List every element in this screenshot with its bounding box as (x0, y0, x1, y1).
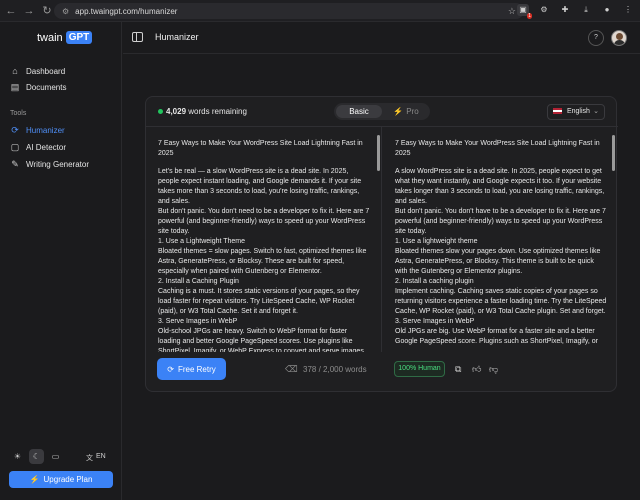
input-paragraph: Caching is a must. It stores static vers… (158, 288, 360, 315)
sidebar-item-documents[interactable]: ▤ Documents (8, 79, 114, 95)
refresh-icon: ⟳ (167, 364, 174, 374)
status-dot (158, 109, 163, 114)
input-paragraph: But don't panic. You don't need to be a … (158, 208, 370, 235)
mode-switch: Basic ⚡ Pro (334, 103, 430, 120)
card-footer: ⟳ Free Retry ⌫ 378 / 2,000 words 100% Hu… (146, 352, 618, 393)
download-icon[interactable]: ⤓ (580, 4, 592, 16)
input-paragraph: Old-school JPGs are heavy. Switch to Web… (158, 328, 364, 352)
bolt-icon: ⚡ (29, 475, 40, 484)
sidebar-item-ai-detector[interactable]: ▢ AI Detector (8, 139, 114, 155)
refresh-icon: ⟳ (11, 125, 19, 135)
sun-icon[interactable]: ☀ (10, 449, 25, 464)
output-paragraph: But don't panic. You don't have to be a … (395, 208, 606, 235)
moon-icon[interactable]: ☾ (29, 449, 44, 464)
output-paragraph: 3. Serve Images in WebP (395, 318, 475, 325)
input-paragraph: Let's be real — a slow WordPress site is… (158, 168, 362, 205)
bookmark-star-icon[interactable]: ☆ (508, 6, 516, 17)
language-code: EN (96, 453, 106, 460)
url-text: app.twaingpt.com/humanizer (75, 6, 178, 16)
sidebar: twain GPT ⌂ Dashboard ▤ Documents Tools … (0, 22, 122, 500)
extension-icon[interactable]: ▣ 1 (517, 4, 532, 19)
site-info-icon[interactable]: ⚙ (62, 7, 69, 16)
free-retry-label: Free Retry (177, 364, 216, 374)
sidebar-item-label: Documents (26, 82, 67, 92)
thumbs-down-icon[interactable]: 👎︎ (489, 364, 498, 375)
top-bar: Humanizer ? (123, 22, 640, 54)
human-score-badge: 100% Human (394, 361, 445, 377)
output-paragraph: A slow WordPress site is a dead site. In… (395, 168, 605, 205)
word-count: 378 / 2,000 words (303, 365, 367, 374)
home-icon: ⌂ (12, 66, 18, 76)
pencil-icon: ✎ (11, 159, 19, 169)
words-remaining: 4,029 words remaining (166, 107, 247, 116)
language-toggle[interactable]: 文 EN (86, 453, 106, 463)
output-paragraph: Bloated themes slow your pages down. Use… (395, 248, 601, 275)
chevron-down-icon: ⌄ (593, 108, 599, 115)
input-paragraph: 7 Easy Ways to Make Your WordPress Site … (158, 140, 363, 157)
translate-icon: 文 (86, 455, 93, 462)
language-select-value: English (566, 108, 590, 115)
avatar-head (616, 33, 623, 40)
tab-pro-label: Pro (406, 107, 419, 116)
sidebar-toggle-icon[interactable] (132, 32, 143, 42)
output-paragraph: 2. Install a caching plugin (395, 278, 474, 285)
address-bar[interactable]: ⚙ app.twaingpt.com/humanizer ☆ (54, 3, 524, 19)
us-flag-icon (553, 108, 562, 115)
upgrade-plan-button[interactable]: ⚡ Upgrade Plan (9, 471, 113, 488)
input-text-area[interactable]: 7 Easy Ways to Make Your WordPress Site … (146, 127, 382, 352)
browser-toolbar: ← → ↻ ⚙ app.twaingpt.com/humanizer ☆ ▣ 1 … (0, 0, 640, 22)
help-button[interactable]: ? (588, 30, 604, 46)
back-icon[interactable]: ← (4, 4, 18, 18)
extension-settings-icon[interactable]: ⚙ (538, 4, 550, 16)
bolt-icon: ⚡ (393, 107, 404, 116)
theme-switcher: ☀ ☾ ▭ (10, 449, 63, 464)
words-suffix: words remaining (188, 107, 247, 116)
avatar[interactable] (611, 30, 627, 46)
words-count: 4,029 (166, 107, 187, 116)
language-select[interactable]: English ⌄ (547, 104, 605, 120)
output-text-area[interactable]: 7 Easy Ways to Make Your WordPress Site … (383, 127, 618, 352)
profile-icon[interactable]: ● (601, 4, 613, 16)
tab-pro[interactable]: ⚡ Pro (384, 105, 428, 118)
page-title: Humanizer (155, 32, 199, 42)
document-icon: ▤ (10, 82, 20, 92)
output-scrollbar[interactable] (612, 135, 615, 171)
input-paragraph: Bloated themes = slow pages. Switch to f… (158, 248, 367, 275)
reload-icon[interactable]: ↻ (40, 4, 54, 18)
monitor-icon[interactable]: ▭ (48, 449, 63, 464)
output-paragraph: 7 Easy Ways to Make Your WordPress Site … (395, 140, 600, 157)
input-paragraph: 1. Use a Lightweight Theme (158, 238, 246, 245)
tools-section-label: Tools (10, 110, 27, 117)
logo[interactable]: twain GPT (37, 31, 93, 44)
sidebar-item-writing-generator[interactable]: ✎ Writing Generator (8, 156, 114, 172)
sidebar-item-label: Dashboard (26, 66, 66, 76)
sidebar-item-label: AI Detector (26, 142, 67, 152)
free-retry-button[interactable]: ⟳ Free Retry (157, 358, 226, 380)
extension-badge: 1 (527, 13, 532, 19)
avatar-body (614, 40, 625, 45)
logo-badge: GPT (65, 31, 93, 44)
menu-dots-icon[interactable]: ⋮ (622, 4, 634, 16)
card-header: 4,029 words remaining Basic ⚡ Pro English… (146, 97, 618, 127)
puzzle-icon[interactable]: ✚ (559, 4, 571, 16)
thumbs-up-icon[interactable]: 👍︎ (472, 364, 481, 375)
output-paragraph: Implement caching. Caching saves static … (395, 288, 607, 315)
input-paragraph: 2. Install a Caching Plugin (158, 278, 239, 285)
upgrade-plan-label: Upgrade Plan (43, 475, 93, 484)
humanizer-card: 4,029 words remaining Basic ⚡ Pro English… (145, 96, 618, 393)
input-paragraph: 3. Serve Images in WebP (158, 318, 238, 325)
logo-text: twain (37, 31, 63, 44)
input-scrollbar[interactable] (377, 135, 380, 171)
forward-icon[interactable]: → (22, 4, 36, 18)
output-paragraph: Old JPGs are big. Use WebP format for a … (395, 328, 598, 345)
tab-basic[interactable]: Basic (336, 105, 382, 118)
sidebar-item-label: Humanizer (26, 125, 65, 135)
eraser-icon[interactable]: ⌫ (285, 364, 298, 375)
output-paragraph: 1. Use a lightweight theme (395, 238, 478, 245)
copy-icon[interactable]: ⧉ (455, 364, 461, 375)
sidebar-item-dashboard[interactable]: ⌂ Dashboard (8, 63, 114, 79)
sidebar-item-humanizer[interactable]: ⟳ Humanizer (8, 122, 114, 138)
sidebar-item-label: Writing Generator (26, 159, 89, 169)
robot-icon: ▢ (10, 142, 20, 152)
